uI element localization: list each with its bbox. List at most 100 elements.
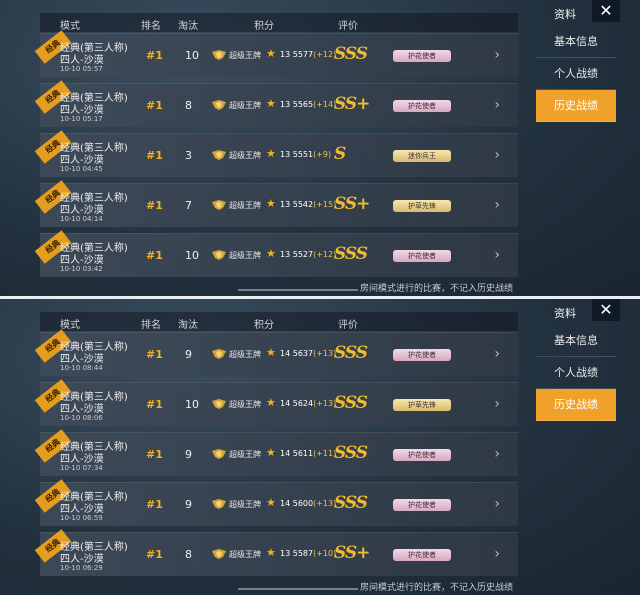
elim-value: 9 xyxy=(185,498,192,511)
tier-title: 超级王牌 xyxy=(229,500,261,509)
sidebar-title: 资料 xyxy=(554,8,576,21)
close-icon[interactable]: ✕ xyxy=(592,299,620,321)
map-name: 四人-沙漠 xyxy=(60,255,104,266)
chevron-right-icon[interactable]: › xyxy=(494,346,500,362)
score-value: 14 5637(+13) xyxy=(280,349,337,358)
tier-title: 超级王牌 xyxy=(229,450,261,459)
sidebar-item-personal-record[interactable]: 个人战绩 xyxy=(536,58,616,90)
score-delta: (+13) xyxy=(313,499,337,508)
medal-badge: 护花使者 xyxy=(393,100,451,112)
sidebar-title: 资料 xyxy=(554,307,576,320)
map-name: 四人-沙漠 xyxy=(60,404,104,415)
tier-badge-icon xyxy=(212,499,226,509)
elim-value: 10 xyxy=(185,398,199,411)
header-mode: 模式 xyxy=(60,320,80,331)
tier-title: 超级王牌 xyxy=(229,251,261,260)
chevron-right-icon[interactable]: › xyxy=(494,97,500,113)
match-row[interactable]: 经典 经典(第三人称) 四人-沙漠 10-10 03:42 #1 10 超级王牌… xyxy=(34,230,518,277)
tier-title: 超级王牌 xyxy=(229,550,261,559)
star-icon: ★ xyxy=(266,396,276,409)
column-header: 模式 排名 淘汰 积分 评价 xyxy=(40,13,518,32)
rank-value: #1 xyxy=(146,199,163,212)
score-value: 13 5542(+15) xyxy=(280,200,337,209)
medal-badge: 护花使者 xyxy=(393,50,451,62)
match-row[interactable]: 经典 经典(第三人称) 四人-沙漠 10-10 08:06 #1 10 超级王牌… xyxy=(34,379,518,426)
elim-value: 8 xyxy=(185,548,192,561)
chevron-right-icon[interactable]: › xyxy=(494,197,500,213)
star-icon: ★ xyxy=(266,546,276,559)
match-row[interactable]: 经典 经典(第三人称) 四人-沙漠 10-10 04:45 #1 3 超级王牌 … xyxy=(34,130,518,177)
match-row[interactable]: 经典 经典(第三人称) 四人-沙漠 10-10 06:29 #1 8 超级王牌 … xyxy=(34,529,518,576)
tier-title: 超级王牌 xyxy=(229,101,261,110)
elim-value: 8 xyxy=(185,99,192,112)
rank-value: #1 xyxy=(146,249,163,262)
header-rank: 排名 xyxy=(141,21,161,32)
sidebar-item-history[interactable]: 历史战绩 xyxy=(536,90,616,122)
map-name: 四人-沙漠 xyxy=(60,354,104,365)
match-time: 10-10 08:06 xyxy=(60,414,103,422)
grade-value: SSS xyxy=(334,244,368,264)
sidebar-menu: 基本信息 个人战绩 历史战绩 xyxy=(536,325,616,421)
chevron-right-icon[interactable]: › xyxy=(494,47,500,63)
elim-value: 3 xyxy=(185,149,192,162)
chevron-right-icon[interactable]: › xyxy=(494,496,500,512)
history-panel-top: 模式 排名 淘汰 积分 评价 房间模式进行的比赛，不记入历史战绩 资料 ✕ 基本… xyxy=(0,0,640,296)
chevron-right-icon[interactable]: › xyxy=(494,546,500,562)
sidebar-menu: 基本信息 个人战绩 历史战绩 xyxy=(536,26,616,122)
sidebar-item-basic-info[interactable]: 基本信息 xyxy=(536,325,616,357)
map-name: 四人-沙漠 xyxy=(60,454,104,465)
rank-value: #1 xyxy=(146,498,163,511)
score-delta: (+12) xyxy=(313,250,337,259)
sidebar-item-basic-info[interactable]: 基本信息 xyxy=(536,26,616,58)
match-row[interactable]: 经典 经典(第三人称) 四人-沙漠 10-10 05:57 #1 10 超级王牌… xyxy=(34,30,518,77)
chevron-right-icon[interactable]: › xyxy=(494,396,500,412)
match-row[interactable]: 经典 经典(第三人称) 四人-沙漠 10-10 05:17 #1 8 超级王牌 … xyxy=(34,80,518,127)
star-icon: ★ xyxy=(266,147,276,160)
medal-badge: 迷你兵王 xyxy=(393,150,451,162)
match-row[interactable]: 经典 经典(第三人称) 四人-沙漠 10-10 04:14 #1 7 超级王牌 … xyxy=(34,180,518,227)
grade-value: SSS xyxy=(334,493,368,513)
column-header: 模式 排名 淘汰 积分 评价 xyxy=(40,312,518,331)
star-icon: ★ xyxy=(266,247,276,260)
chevron-right-icon[interactable]: › xyxy=(494,446,500,462)
tier-badge-icon xyxy=(212,549,226,559)
tier-title: 超级王牌 xyxy=(229,400,261,409)
score-value: 14 5600(+13) xyxy=(280,499,337,508)
star-icon: ★ xyxy=(266,197,276,210)
sidebar-item-personal-record[interactable]: 个人战绩 xyxy=(536,357,616,389)
map-name: 四人-沙漠 xyxy=(60,504,104,515)
grade-value: SS+ xyxy=(334,94,370,114)
score-value: 13 5577(+12) xyxy=(280,50,337,59)
tier-title: 超级王牌 xyxy=(229,201,261,210)
medal-badge: 护花使者 xyxy=(393,499,451,511)
chevron-right-icon[interactable]: › xyxy=(494,247,500,263)
medal-badge: 护花使者 xyxy=(393,250,451,262)
rank-value: #1 xyxy=(146,398,163,411)
sidebar-item-history[interactable]: 历史战绩 xyxy=(536,389,616,421)
rank-value: #1 xyxy=(146,99,163,112)
header-elim: 淘汰 xyxy=(178,21,198,32)
medal-badge: 护花使者 xyxy=(393,549,451,561)
header-elim: 淘汰 xyxy=(178,320,198,331)
match-time: 10-10 04:14 xyxy=(60,215,103,223)
grade-value: S xyxy=(334,144,346,164)
map-name: 四人-沙漠 xyxy=(60,55,104,66)
close-icon[interactable]: ✕ xyxy=(592,0,620,22)
score-delta: (+9) xyxy=(313,150,332,159)
tier-badge-icon xyxy=(212,150,226,160)
medal-badge: 护花使者 xyxy=(393,349,451,361)
tier-badge-icon xyxy=(212,50,226,60)
match-row[interactable]: 经典 经典(第三人称) 四人-沙漠 10-10 07:34 #1 9 超级王牌 … xyxy=(34,429,518,476)
chevron-right-icon[interactable]: › xyxy=(494,147,500,163)
score-value: 13 5587(+10) xyxy=(280,549,337,558)
tier-badge-icon xyxy=(212,449,226,459)
score-value: 13 5551(+9) xyxy=(280,150,332,159)
tier-badge-icon xyxy=(212,100,226,110)
rank-value: #1 xyxy=(146,548,163,561)
match-row[interactable]: 经典 经典(第三人称) 四人-沙漠 10-10 08:44 #1 9 超级王牌 … xyxy=(34,329,518,376)
match-row[interactable]: 经典 经典(第三人称) 四人-沙漠 10-10 06:59 #1 9 超级王牌 … xyxy=(34,479,518,526)
score-delta: (+13) xyxy=(313,399,337,408)
footer-note: 房间模式进行的比赛，不记入历史战绩 xyxy=(360,583,514,593)
score-delta: (+11) xyxy=(313,449,337,458)
grade-value: SSS xyxy=(334,393,368,413)
